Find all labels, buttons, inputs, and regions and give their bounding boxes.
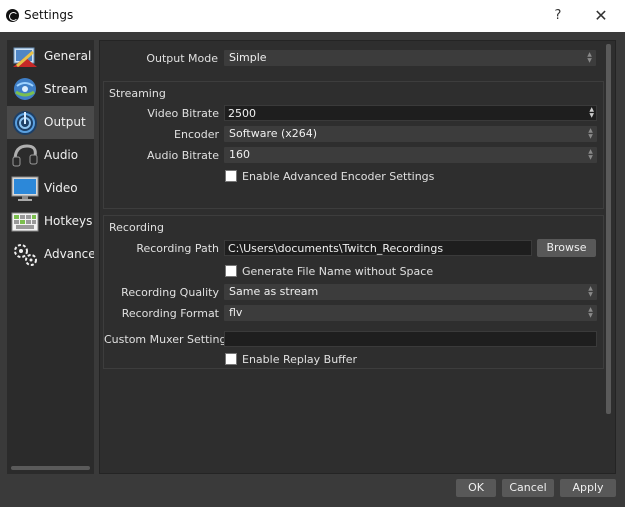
hotkeys-icon (11, 212, 39, 232)
replay-buffer-label: Enable Replay Buffer (242, 353, 358, 366)
chevron-updown-icon: ▲ ▼ (588, 306, 593, 319)
recording-format-value: flv (229, 306, 243, 319)
filename-nospace-label: Generate File Name without Space (242, 265, 434, 278)
encoder-select[interactable]: Software (x264) ▲ ▼ (224, 126, 597, 142)
streaming-title: Streaming (109, 87, 166, 100)
sidebar-item-label: Output (44, 115, 86, 129)
sidebar-item-stream[interactable]: Stream (7, 73, 94, 106)
sidebar-item-label: Advanced (44, 247, 94, 261)
sidebar-item-audio[interactable]: Audio (7, 139, 94, 172)
settings-sidebar: General Stream Output Audio Video Hotkey… (7, 40, 94, 474)
output-mode-label: Output Mode (146, 52, 218, 65)
sidebar-item-label: General (44, 49, 92, 63)
audio-bitrate-select[interactable]: 160 ▲ ▼ (224, 147, 597, 163)
browse-button[interactable]: Browse (537, 239, 596, 257)
content-scrollbar[interactable] (606, 44, 611, 414)
video-icon (11, 176, 39, 201)
sidebar-item-label: Video (44, 181, 78, 195)
sidebar-item-label: Audio (44, 148, 79, 162)
recording-title: Recording (109, 221, 165, 234)
advanced-icon (14, 244, 37, 266)
sidebar-item-advanced[interactable]: Advanced (7, 238, 94, 271)
audio-bitrate-label: Audio Bitrate (146, 149, 219, 162)
filename-nospace-checkbox[interactable] (225, 265, 237, 277)
ok-button[interactable]: OK (456, 479, 496, 497)
apply-button[interactable]: Apply (560, 479, 616, 497)
recording-format-label: Recording Format (121, 307, 219, 320)
window-title: Settings (24, 8, 74, 22)
general-icon (13, 47, 37, 68)
sidebar-item-general[interactable]: General (7, 40, 94, 73)
settings-dialog: General Stream Output Audio Video Hotkey… (0, 32, 625, 507)
recording-quality-label: Recording Quality (121, 286, 219, 299)
recording-path-label: Recording Path (136, 242, 219, 255)
video-bitrate-label: Video Bitrate (147, 107, 219, 120)
sidebar-item-output[interactable]: Output (7, 106, 94, 139)
video-bitrate-spinbox[interactable]: 2500 ▲ ▼ (224, 105, 597, 121)
chevron-updown-icon: ▲ ▼ (588, 127, 593, 140)
title-bar: Settings ? ✕ (0, 0, 625, 32)
custom-muxer-label: Custom Muxer Settings (104, 333, 233, 346)
stream-icon (14, 78, 36, 100)
cancel-button[interactable]: Cancel (502, 479, 554, 497)
sidebar-scrollbar[interactable] (11, 466, 90, 470)
sidebar-item-hotkeys[interactable]: Hotkeys (7, 205, 94, 238)
sidebar-item-label: Stream (44, 82, 88, 96)
output-mode-select[interactable]: Simple ▲ ▼ (224, 50, 596, 66)
video-bitrate-value: 2500 (228, 107, 256, 120)
chevron-updown-icon: ▲ ▼ (588, 285, 593, 298)
recording-format-select[interactable]: flv ▲ ▼ (224, 305, 597, 321)
advanced-encoder-label: Enable Advanced Encoder Settings (242, 170, 435, 183)
output-icon (13, 111, 37, 135)
audio-icon (12, 144, 38, 167)
encoder-value: Software (x264) (229, 127, 318, 140)
output-settings-panel: Output Mode Simple ▲ ▼ Streaming Video Bi… (99, 40, 616, 474)
streaming-group: Streaming Video Bitrate 2500 ▲ ▼ Encoder … (103, 81, 604, 209)
chevron-updown-icon: ▲ ▼ (588, 148, 593, 161)
recording-group: Recording Recording Path C:\Users\docume… (103, 215, 604, 369)
recording-path-value: C:\Users\documents\Twitch_Recordings (228, 242, 444, 255)
recording-quality-select[interactable]: Same as stream ▲ ▼ (224, 284, 597, 300)
replay-buffer-checkbox[interactable] (225, 353, 237, 365)
recording-path-input[interactable]: C:\Users\documents\Twitch_Recordings (224, 240, 532, 256)
advanced-encoder-checkbox[interactable] (225, 170, 237, 182)
audio-bitrate-value: 160 (229, 148, 250, 161)
obs-logo-icon (6, 9, 19, 22)
encoder-label: Encoder (174, 128, 219, 141)
close-button[interactable]: ✕ (590, 6, 612, 26)
sidebar-item-video[interactable]: Video (7, 172, 94, 205)
custom-muxer-input[interactable] (224, 331, 597, 347)
sidebar-item-label: Hotkeys (44, 214, 93, 228)
help-button[interactable]: ? (548, 6, 568, 26)
output-mode-value: Simple (229, 51, 267, 64)
recording-quality-value: Same as stream (229, 285, 319, 298)
chevron-updown-icon: ▲ ▼ (587, 51, 592, 64)
spinner-arrows-icon[interactable]: ▲ ▼ (589, 107, 594, 119)
